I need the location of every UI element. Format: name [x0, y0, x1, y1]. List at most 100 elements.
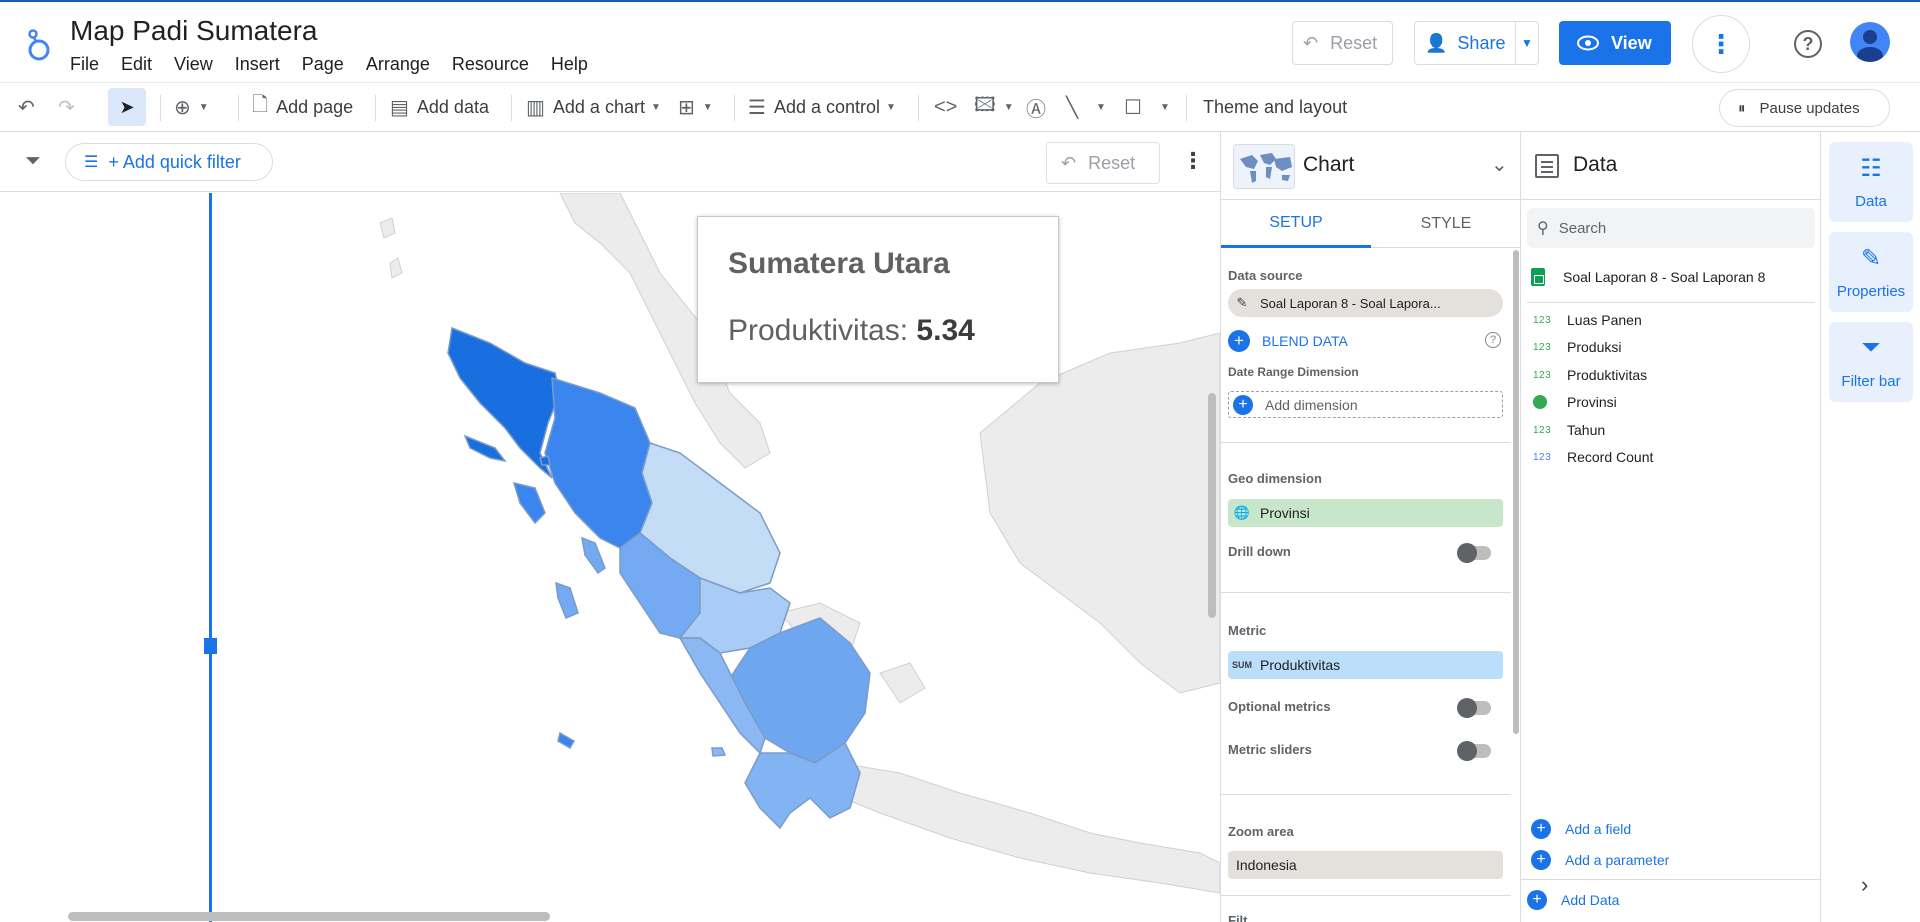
field-item[interactable]: 123 Produktivitas — [1533, 367, 1647, 383]
field-name: Tahun — [1567, 422, 1606, 438]
field-item[interactable]: 123 Produksi — [1533, 339, 1621, 355]
sumatra-provinces[interactable] — [447, 326, 871, 830]
zoom-button[interactable]: ⊕ ▼ — [174, 83, 209, 131]
menu-page[interactable]: Page — [302, 54, 344, 75]
field-item[interactable]: 123 Luas Panen — [1533, 312, 1642, 328]
canvas-horizontal-scrollbar[interactable] — [68, 912, 550, 921]
view-label: View — [1611, 32, 1652, 53]
metric-chip[interactable]: SUM Produktivitas — [1228, 651, 1503, 679]
add-parameter-button[interactable]: + Add a parameter — [1531, 850, 1669, 870]
filter-reset-button[interactable]: ↶ Reset — [1046, 142, 1160, 184]
zoom-area-chip[interactable]: Indonesia — [1228, 851, 1503, 879]
rail-properties-button[interactable]: ✎ Properties — [1829, 232, 1913, 312]
report-canvas[interactable]: Sumatera Utara Produktivitas: 5.34 — [0, 193, 1220, 922]
looker-studio-logo-icon[interactable] — [22, 26, 52, 62]
menu-insert[interactable]: Insert — [235, 54, 280, 75]
share-button[interactable]: 👤 Share — [1414, 21, 1520, 65]
filter-icon: ⏷ — [1861, 334, 1881, 361]
add-data-button[interactable]: ▤ Add data — [390, 83, 489, 131]
chevron-down-icon[interactable]: ⌄ — [1491, 152, 1508, 177]
metric-sliders-label: Metric sliders — [1228, 742, 1312, 757]
share-label: Share — [1457, 32, 1506, 53]
toolbar-divider — [375, 95, 376, 121]
data-search-input[interactable]: ⚲ Search — [1527, 208, 1815, 248]
resize-handle[interactable] — [204, 638, 217, 654]
menu-help[interactable]: Help — [551, 54, 588, 75]
theme-layout-label: Theme and layout — [1203, 96, 1348, 117]
embed-url-button[interactable]: <> — [934, 83, 965, 131]
metric-sliders-toggle[interactable] — [1457, 741, 1491, 761]
geo-dimension-chip[interactable]: 🌐 Provinsi — [1228, 499, 1503, 527]
sum-aggregation-badge[interactable]: SUM — [1228, 660, 1256, 670]
filter-icon[interactable]: ⏷ — [25, 150, 41, 173]
menu-edit[interactable]: Edit — [121, 54, 152, 75]
select-tool-button[interactable]: ➤ — [108, 88, 146, 126]
menu-arrange[interactable]: Arrange — [366, 54, 430, 75]
line-button[interactable]: ╲ ▼ — [1066, 83, 1106, 131]
add-chart-button[interactable]: ▥ Add a chart ▼ — [526, 83, 661, 131]
rail-data-button[interactable]: ☷ Data — [1829, 142, 1913, 222]
number-type-icon: 123 — [1533, 314, 1552, 326]
more-options-icon[interactable]: ⋮ — [1182, 148, 1204, 174]
shape-button[interactable]: ☐ ▼ — [1124, 83, 1170, 131]
field-item[interactable]: 123 Record Count — [1533, 449, 1653, 465]
help-icon[interactable]: ? — [1485, 332, 1501, 348]
add-field-button[interactable]: + Add a field — [1531, 819, 1631, 839]
island-small — [557, 731, 576, 750]
database-icon: ☷ — [1860, 155, 1882, 182]
add-quick-filter-label: + Add quick filter — [108, 151, 241, 172]
add-quick-filter-button[interactable]: ☰ + Add quick filter — [65, 143, 273, 181]
optional-metrics-toggle[interactable] — [1457, 698, 1491, 718]
add-data-button[interactable]: + Add Data — [1527, 890, 1619, 910]
filter-list-icon: ☰ — [84, 154, 99, 171]
menu-resource[interactable]: Resource — [452, 54, 529, 75]
add-page-button[interactable]: 🗋 Add page — [252, 83, 353, 131]
data-source-item[interactable]: Soal Laporan 8 - Soal Laporan 8 — [1531, 268, 1765, 286]
drill-down-toggle[interactable] — [1457, 543, 1491, 563]
chevron-right-icon[interactable]: › — [1861, 872, 1868, 898]
menu-view[interactable]: View — [174, 54, 213, 75]
caret-down-icon: ▼ — [198, 101, 209, 113]
chart-panel-scrollbar[interactable] — [1513, 250, 1519, 734]
canvas-vertical-scrollbar[interactable] — [1208, 393, 1216, 618]
search-icon: ⚲ — [1537, 220, 1549, 237]
view-button[interactable]: View — [1559, 21, 1671, 65]
avatar[interactable] — [1850, 22, 1890, 62]
image-button[interactable]: 🖾 ▼ — [974, 83, 1014, 131]
data-source-chip[interactable]: ✎ Soal Laporan 8 - Soal Lapora... — [1228, 289, 1503, 317]
undo-button[interactable]: ↶ — [18, 83, 43, 131]
rectangle-icon: ☐ — [1124, 96, 1142, 119]
blend-data-button[interactable]: + BLEND DATA — [1228, 330, 1348, 352]
add-control-label: Add a control — [773, 96, 881, 117]
line-icon: ╲ — [1066, 96, 1079, 119]
add-dimension-button[interactable]: + Add dimension — [1228, 391, 1503, 418]
report-title[interactable]: Map Padi Sumatera — [70, 15, 317, 47]
selection-border — [209, 193, 212, 922]
add-chart-label: Add a chart — [552, 96, 645, 117]
share-dropdown-button[interactable]: ▼ — [1515, 21, 1539, 65]
field-name: Luas Panen — [1567, 312, 1642, 328]
rail-filter-bar-button[interactable]: ⏷ Filter bar — [1829, 322, 1913, 402]
menu-file[interactable]: File — [70, 54, 99, 75]
reset-button[interactable]: ↶ Reset — [1292, 21, 1393, 65]
toolbar-divider — [1186, 95, 1187, 121]
add-data-icon: ▤ — [390, 96, 409, 119]
pause-updates-button[interactable]: ⏸ Pause updates — [1719, 89, 1890, 127]
chart-icon: ▥ — [526, 96, 545, 119]
more-options-icon[interactable]: ⋮ — [1692, 15, 1750, 73]
field-item[interactable]: 123 Tahun — [1533, 422, 1605, 438]
redo-button[interactable]: ↷ — [58, 83, 83, 131]
rail-filter-bar-label: Filter bar — [1841, 373, 1901, 390]
number-type-icon: 123 — [1533, 341, 1552, 353]
text-button[interactable]: Ⓐ — [1026, 83, 1054, 131]
chart-type-thumbnail[interactable] — [1233, 144, 1295, 189]
filter-reset-label: Reset — [1088, 152, 1136, 173]
help-icon[interactable]: ? — [1794, 30, 1822, 58]
field-item[interactable]: Provinsi — [1533, 394, 1617, 410]
tab-style[interactable]: STYLE — [1371, 200, 1521, 248]
add-component-button[interactable]: ⊞ ▼ — [678, 83, 713, 131]
theme-layout-button[interactable]: Theme and layout — [1203, 83, 1347, 131]
tooltip-region: Sumatera Utara — [728, 247, 950, 280]
tab-setup[interactable]: SETUP — [1221, 200, 1371, 248]
add-control-button[interactable]: ☰ Add a control ▼ — [748, 83, 896, 131]
